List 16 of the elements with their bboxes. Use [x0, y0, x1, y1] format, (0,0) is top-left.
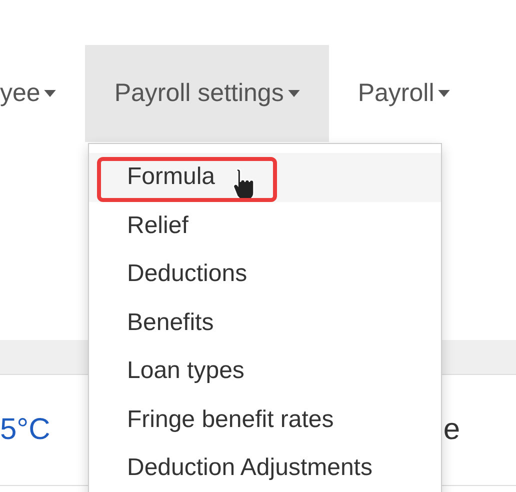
caret-icon	[44, 90, 56, 97]
menu-item[interactable]: Formula	[89, 153, 441, 202]
menu-item[interactable]: Relief	[89, 202, 441, 250]
caret-icon	[288, 90, 300, 97]
menu-item[interactable]: Deduction Adjustments	[89, 444, 441, 492]
menu-item[interactable]: Fringe benefit rates	[89, 396, 441, 444]
menu-item[interactable]: Benefits	[89, 298, 441, 347]
column-text: e	[443, 413, 460, 447]
caret-icon	[438, 90, 450, 97]
menu-item[interactable]: Deductions	[89, 250, 441, 298]
menu-item[interactable]: Loan types	[89, 347, 441, 396]
nav-menu-item[interactable]: Payroll	[328, 45, 480, 142]
nav-menu-item[interactable]: yee	[0, 45, 86, 142]
nav-menu-item[interactable]: Payroll settings	[85, 45, 329, 142]
hand-cursor-icon	[233, 167, 257, 201]
temperature-text: 5°C	[0, 413, 50, 447]
